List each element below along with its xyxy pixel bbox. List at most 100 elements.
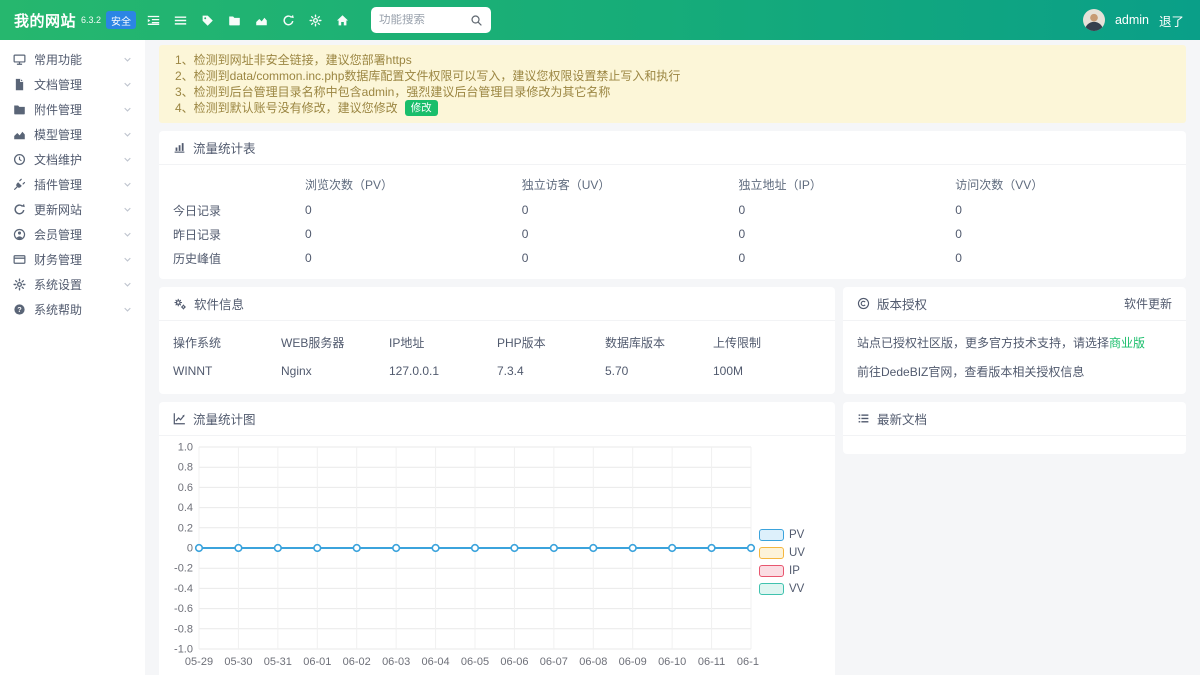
- sidebar-item-5[interactable]: 文档维护: [0, 147, 145, 172]
- software-info-header: 软件信息: [159, 287, 835, 321]
- chevron-down-icon: [123, 255, 132, 264]
- traffic-cell-value: 0: [305, 251, 522, 265]
- svg-text:06-07: 06-07: [540, 656, 568, 668]
- traffic-chart-body: 1.00.80.60.40.20-0.2-0.4-0.6-0.8-1.005-2…: [159, 436, 835, 675]
- svg-text:0.6: 0.6: [178, 482, 193, 494]
- sidebar-item-4[interactable]: 模型管理: [0, 122, 145, 147]
- question-icon: ?: [13, 303, 26, 316]
- traffic-table-col-header: 独立地址（IP）: [739, 176, 956, 193]
- username-label[interactable]: admin: [1115, 13, 1149, 27]
- sidebar-item-2[interactable]: 文档管理: [0, 72, 145, 97]
- sidebar-item-label: 文档维护: [34, 151, 82, 168]
- tag-button[interactable]: [201, 14, 214, 27]
- svg-text:06-11: 06-11: [698, 656, 725, 668]
- traffic-cell-value: 0: [522, 227, 739, 241]
- notice-line: 3、检测到后台管理目录名称中包含admin，强烈建议后台管理目录修改为其它名称: [175, 84, 1170, 100]
- license-card: 版本授权 软件更新 站点已授权社区版，更多官方技术支持，请选择商业版 前往Ded…: [843, 287, 1186, 394]
- sidebar-item-8[interactable]: 会员管理: [0, 222, 145, 247]
- software-field-value: WINNT: [173, 364, 281, 378]
- software-info-grid: 操作系统WEB服务器IP地址PHP版本数据库版本上传限制WINNTNginx12…: [159, 321, 835, 392]
- gear-icon: [309, 14, 322, 27]
- traffic-table-col-header: 独立访客（UV）: [522, 176, 739, 193]
- svg-text:05-31: 05-31: [264, 656, 292, 668]
- svg-text:06-08: 06-08: [579, 656, 607, 668]
- traffic-cell-value: 0: [522, 203, 739, 217]
- desktop-icon: [13, 53, 26, 66]
- version-label: 6.3.2: [81, 15, 101, 25]
- search-icon-slot[interactable]: [470, 14, 483, 27]
- software-field-value: 100M: [713, 364, 821, 378]
- license-line-2: 前往DedeBIZ官网，查看版本相关授权信息: [857, 363, 1172, 380]
- chart-area-button[interactable]: [255, 14, 268, 27]
- sidebar-item-11[interactable]: ? 系统帮助: [0, 297, 145, 322]
- traffic-table-title: 流量统计表: [193, 138, 256, 157]
- search-icon: [470, 14, 483, 27]
- latest-docs-header: 最新文档: [843, 402, 1186, 436]
- sidebar-item-1[interactable]: 常用功能: [0, 47, 145, 72]
- traffic-chart-card: 流量统计图 1.00.80.60.40.20-0.2-0.4-0.6-0.8-1…: [159, 402, 835, 675]
- svg-text:0.4: 0.4: [178, 502, 193, 514]
- notice-text: 3、检测到后台管理目录名称中包含admin，强烈建议后台管理目录修改为其它名称: [175, 84, 610, 100]
- svg-text:05-30: 05-30: [224, 656, 252, 668]
- notice-text: 2、检测到data/common.inc.php数据库配置文件权限可以写入，建议…: [175, 68, 680, 84]
- traffic-row-label: 历史峰值: [173, 250, 305, 267]
- sidebar-item-6[interactable]: 插件管理: [0, 172, 145, 197]
- sidebar-item-10[interactable]: 系统设置: [0, 272, 145, 297]
- chevron-down-icon: [123, 55, 132, 64]
- svg-text:?: ?: [17, 305, 22, 314]
- svg-text:06-04: 06-04: [422, 656, 450, 668]
- chevron-down-icon: [123, 305, 132, 314]
- refresh-button[interactable]: [282, 14, 295, 27]
- legend-item-ip[interactable]: IP: [759, 565, 805, 577]
- search-input[interactable]: [379, 14, 470, 26]
- legend-item-pv[interactable]: PV: [759, 529, 805, 541]
- legend-swatch: [759, 583, 784, 595]
- outdent-button[interactable]: [147, 14, 160, 27]
- sidebar-item-label: 会员管理: [34, 226, 82, 243]
- avatar[interactable]: [1083, 9, 1105, 31]
- search-box[interactable]: [371, 7, 491, 33]
- chevron-down-icon: [123, 105, 132, 114]
- traffic-table-row: 昨日记录0000: [173, 222, 1172, 246]
- sidebar-item-3[interactable]: 附件管理: [0, 97, 145, 122]
- sidebar-item-9[interactable]: 财务管理: [0, 247, 145, 272]
- svg-text:06-05: 06-05: [461, 656, 489, 668]
- software-info-card: 软件信息 操作系统WEB服务器IP地址PHP版本数据库版本上传限制WINNTNg…: [159, 287, 835, 394]
- outdent-icon: [147, 14, 160, 27]
- legend-item-vv[interactable]: VV: [759, 583, 805, 595]
- license-body: 站点已授权社区版，更多官方技术支持，请选择商业版 前往DedeBIZ官网，查看版…: [843, 321, 1186, 394]
- folder-icon: [13, 103, 26, 116]
- legend-item-uv[interactable]: UV: [759, 547, 805, 559]
- traffic-row-label: 昨日记录: [173, 226, 305, 243]
- sidebar-item-label: 更新网站: [34, 201, 82, 218]
- license-header: 版本授权 软件更新: [843, 287, 1186, 321]
- svg-text:06-01: 06-01: [303, 656, 331, 668]
- chevron-down-icon: [123, 205, 132, 214]
- software-field-label: PHP版本: [497, 334, 605, 351]
- traffic-table-card: 流量统计表 浏览次数（PV）独立访客（UV）独立地址（IP）访问次数（VV） 今…: [159, 131, 1186, 279]
- svg-text:-0.6: -0.6: [174, 603, 193, 615]
- svg-text:-1.0: -1.0: [174, 644, 193, 656]
- logout-button[interactable]: 退了: [1159, 11, 1184, 30]
- traffic-cell-value: 0: [955, 227, 1172, 241]
- software-info-title: 软件信息: [194, 294, 244, 313]
- fix-button[interactable]: 修改: [405, 100, 438, 116]
- commercial-edition-link[interactable]: 商业版: [1109, 336, 1145, 350]
- sidebar-item-7[interactable]: 更新网站: [0, 197, 145, 222]
- gear-button[interactable]: [309, 14, 322, 27]
- svg-text:-0.2: -0.2: [174, 563, 193, 575]
- folder-button[interactable]: [228, 14, 241, 27]
- home-button[interactable]: [336, 14, 349, 27]
- legend-swatch: [759, 529, 784, 541]
- security-badge[interactable]: 安全: [106, 11, 136, 29]
- svg-text:06-02: 06-02: [343, 656, 371, 668]
- software-update-link[interactable]: 软件更新: [1124, 295, 1172, 312]
- menu-button[interactable]: [174, 14, 187, 27]
- svg-text:0.8: 0.8: [178, 462, 193, 474]
- chevron-down-icon: [123, 230, 132, 239]
- software-field-label: IP地址: [389, 334, 497, 351]
- license-title: 版本授权: [877, 294, 927, 313]
- sidebar-item-label: 附件管理: [34, 101, 82, 118]
- credit-card-icon: [13, 253, 26, 266]
- software-field-value: Nginx: [281, 364, 389, 378]
